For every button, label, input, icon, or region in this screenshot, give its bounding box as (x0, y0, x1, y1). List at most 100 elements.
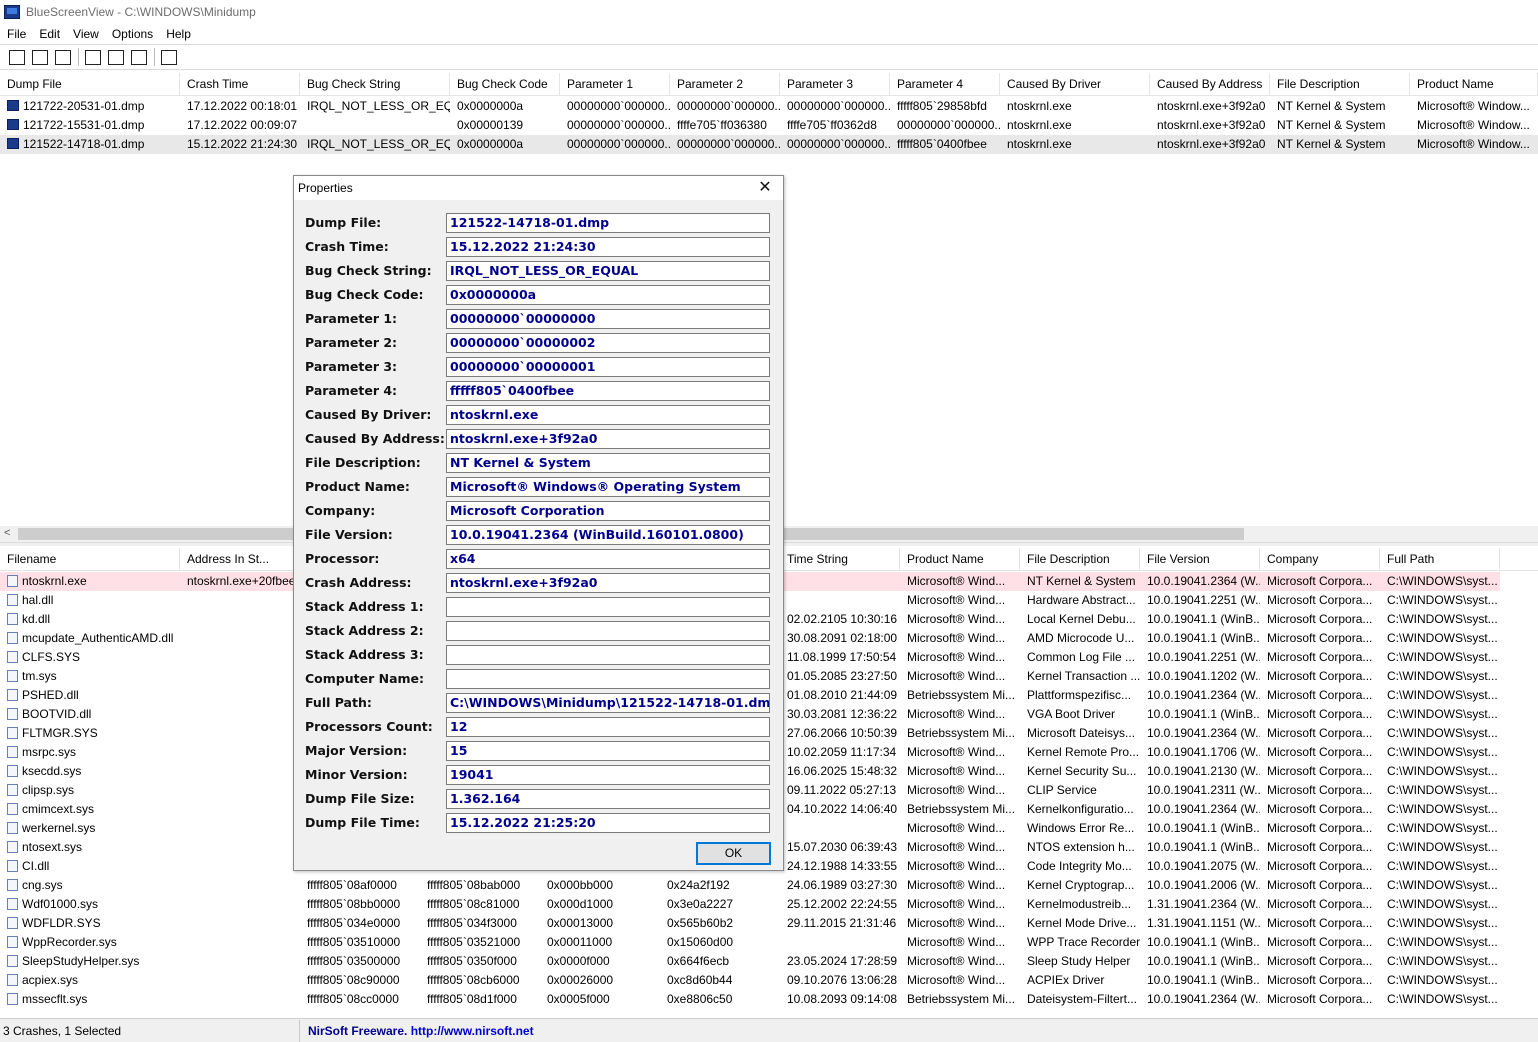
cell-text: 121522-14718-01.dmp (23, 137, 145, 151)
menu-help[interactable]: Help (159, 27, 197, 41)
menu-file[interactable]: File (0, 27, 32, 41)
property-value-field[interactable]: fffff805`0400fbee (446, 381, 770, 401)
property-value-field[interactable]: Microsoft Corporation (446, 501, 770, 521)
exit-button[interactable] (158, 47, 180, 67)
property-value-field[interactable]: 19041 (446, 765, 770, 785)
property-value-field[interactable]: NT Kernel & System (446, 453, 770, 473)
property-value-field[interactable]: 15 (446, 741, 770, 761)
table-row[interactable]: 121522-14718-01.dmp 15.12.2022 21:24:30 IR… (0, 135, 1538, 154)
cell-text: 0x24a2f192 (667, 878, 730, 892)
property-value-field[interactable]: 1.362.164 (446, 789, 770, 809)
property-value-field[interactable]: IRQL_NOT_LESS_OR_EQUAL (446, 261, 770, 281)
table-row[interactable]: WppRecorder.sys fffff805`03510000 fffff805… (0, 933, 1538, 952)
table-row[interactable]: SleepStudyHelper.sys fffff805`03500000 fff… (0, 952, 1538, 971)
table-row[interactable]: mssecflt.sys fffff805`08cc0000 fffff805`08… (0, 990, 1538, 1009)
table-row[interactable]: 121722-20531-01.dmp 17.12.2022 00:18:01 IR… (0, 97, 1538, 116)
refresh-button[interactable] (52, 47, 74, 67)
property-value-field[interactable]: 15.12.2022 21:24:30 (446, 237, 770, 257)
property-value-field[interactable]: ntoskrnl.exe+3f92a0 (446, 429, 770, 449)
table-cell: C:\WINDOWS\syst... (1380, 952, 1500, 971)
html-report-button[interactable] (6, 47, 28, 67)
cell-text: 0xe8806c50 (667, 992, 733, 1006)
table-row[interactable]: 121722-15531-01.dmp 17.12.2022 00:09:07 0x… (0, 116, 1538, 135)
menu-options[interactable]: Options (105, 27, 159, 41)
find-button[interactable] (128, 47, 150, 67)
property-value-field[interactable]: Microsoft® Windows® Operating System (446, 477, 770, 497)
table-cell: C:\WINDOWS\syst... (1380, 895, 1500, 914)
table-row[interactable]: acpiex.sys fffff805`08c90000 fffff805`08cb… (0, 971, 1538, 990)
properties-button[interactable] (105, 47, 127, 67)
column-header[interactable]: File Description (1270, 73, 1410, 96)
column-header[interactable]: Bug Check Code (450, 73, 560, 96)
property-value-field[interactable] (446, 621, 770, 641)
cell-text: C:\WINDOWS\syst... (1387, 935, 1498, 949)
table-row[interactable]: Wdf01000.sys fffff805`08bb0000 fffff805`08… (0, 895, 1538, 914)
table-row[interactable]: cng.sys fffff805`08af0000 fffff805`08bab00… (0, 876, 1538, 895)
property-label: Stack Address 3: (305, 647, 424, 662)
column-header[interactable]: File Version (1140, 548, 1260, 571)
property-value-field[interactable]: 00000000`00000002 (446, 333, 770, 353)
column-header[interactable]: Caused By Driver (1000, 73, 1150, 96)
table-cell: 10.0.19041.1 (WinB... (1140, 610, 1260, 629)
column-header[interactable]: Time String (780, 548, 900, 571)
property-value-field[interactable]: 0x0000000a (446, 285, 770, 305)
property-value-field[interactable] (446, 597, 770, 617)
column-header[interactable]: Product Name (900, 548, 1020, 571)
cell-text: 1.31.19041.1151 (W... (1147, 916, 1260, 930)
column-header[interactable]: Crash Time (180, 73, 300, 96)
column-header[interactable]: Parameter 4 (890, 73, 1000, 96)
cell-text: 24.12.1988 14:33:55 (787, 859, 898, 873)
column-header[interactable]: Bug Check String (300, 73, 450, 96)
table-cell: Microsoft® Wind... (900, 705, 1020, 724)
table-cell: IRQL_NOT_LESS_OR_EQ... (300, 97, 450, 116)
property-value-field[interactable]: x64 (446, 549, 770, 569)
copy-button[interactable] (82, 47, 104, 67)
cell-text: ntoskrnl.exe+20fbee (187, 574, 296, 588)
property-value-field[interactable]: ntoskrnl.exe+3f92a0 (446, 573, 770, 593)
table-row[interactable]: WDFLDR.SYS fffff805`034e0000 fffff805`034f… (0, 914, 1538, 933)
column-header[interactable]: Filename (0, 548, 180, 571)
nirsoft-url[interactable]: http://www.nirsoft.net (411, 1024, 534, 1038)
property-value-field[interactable]: 15.12.2022 21:25:20 (446, 813, 770, 833)
table-cell: C:\WINDOWS\syst... (1380, 781, 1500, 800)
property-value-field[interactable]: C:\WINDOWS\Minidump\121522-14718-01.dmp (446, 693, 770, 713)
table-cell: Betriebssystem Mi... (900, 800, 1020, 819)
column-header[interactable]: Caused By Address (1150, 73, 1270, 96)
column-header[interactable]: File Description (1020, 548, 1140, 571)
nirsoft-link[interactable]: NirSoft Freeware. http://www.nirsoft.net (300, 1024, 534, 1038)
property-label: Crash Time: (305, 239, 389, 254)
column-header[interactable]: Parameter 1 (560, 73, 670, 96)
column-header[interactable]: Parameter 2 (670, 73, 780, 96)
ok-button[interactable]: OK (696, 842, 771, 865)
property-value-field[interactable] (446, 645, 770, 665)
property-value-field[interactable]: 00000000`00000000 (446, 309, 770, 329)
menu-edit[interactable]: Edit (32, 27, 66, 41)
file-icon (7, 860, 18, 872)
property-value-field[interactable]: ntoskrnl.exe (446, 405, 770, 425)
file-icon (7, 993, 18, 1005)
cell-text: 0x00011000 (547, 935, 613, 949)
property-value-field[interactable]: 10.0.19041.2364 (WinBuild.160101.0800) (446, 525, 770, 545)
cell-text: Microsoft Corpora... (1267, 935, 1373, 949)
cell-text: 10.0.19041.1 (WinB... (1147, 631, 1260, 645)
column-header[interactable]: Product Name (1410, 73, 1538, 96)
property-value-field[interactable]: 121522-14718-01.dmp (446, 213, 770, 233)
table-cell: Microsoft Corpora... (1260, 914, 1380, 933)
property-value-field[interactable]: 12 (446, 717, 770, 737)
save-button[interactable] (29, 47, 51, 67)
table-cell: C:\WINDOWS\syst... (1380, 705, 1500, 724)
column-header[interactable]: Address In St... (180, 548, 300, 571)
menu-view[interactable]: View (66, 27, 105, 41)
property-value-field[interactable] (446, 669, 770, 689)
scroll-left-icon[interactable]: < (4, 527, 10, 539)
column-header[interactable]: Company (1260, 548, 1380, 571)
cell-text: C:\WINDOWS\syst... (1387, 897, 1498, 911)
column-header[interactable]: Parameter 3 (780, 73, 890, 96)
close-icon[interactable]: ✕ (755, 178, 775, 198)
property-value-field[interactable]: 00000000`00000001 (446, 357, 770, 377)
table-cell: Microsoft® Window... (1410, 135, 1538, 154)
property-row: Caused By Address: ntoskrnl.exe+3f92a0 (305, 429, 775, 449)
column-header[interactable]: Full Path (1380, 548, 1500, 571)
table-cell: Kernel Remote Pro... (1020, 743, 1140, 762)
column-header[interactable]: Dump File (0, 73, 180, 96)
